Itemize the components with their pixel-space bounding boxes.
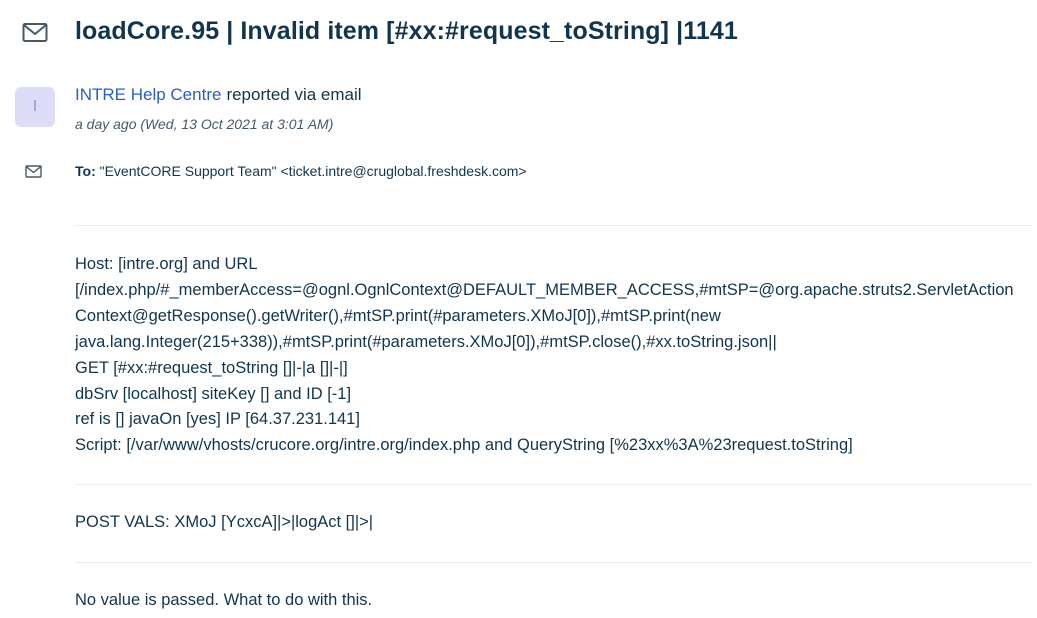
recipient-line: To: "EventCORE Support Team" <ticket.int… — [75, 163, 527, 179]
avatar[interactable]: I — [15, 87, 55, 127]
message-line: ref is [] javaOn [yes] IP [64.37.231.141… — [75, 410, 360, 429]
message-line: GET [#xx:#request_toString []|-|a []|-|] — [75, 358, 348, 377]
divider — [75, 562, 1032, 563]
ticket-header: loadCore.95 | Invalid item [#xx:#request… — [0, 0, 1037, 70]
timestamp: a day ago (Wed, 13 Oct 2021 at 3:01 AM) — [75, 116, 334, 132]
message-line: Context@getResponse().getWriter(),#mtSP.… — [75, 306, 721, 325]
message-line: dbSrv [localhost] siteKey [] and ID [-1] — [75, 384, 352, 403]
post-vals-text: POST VALS: XMoJ [YcxcA]|>|logAct []|>| — [75, 513, 374, 531]
message-line: java.lang.Integer(215+338)),#mtSP.print(… — [75, 332, 777, 351]
message-line: [/index.php/#_memberAccess=@ognl.OgnlCon… — [75, 280, 1014, 299]
message-line: Script: [/var/www/vhosts/crucore.org/int… — [75, 436, 853, 455]
divider — [75, 225, 1032, 226]
reporter-name-link[interactable]: INTRE Help Centre — [75, 85, 221, 104]
envelope-icon — [25, 165, 42, 178]
recipient-label: To: — [75, 163, 96, 179]
divider — [75, 484, 1032, 485]
ticket-title: loadCore.95 | Invalid item [#xx:#request… — [75, 17, 738, 45]
recipient-value: "EventCORE Support Team" <ticket.intre@c… — [99, 163, 527, 179]
reporter-line: INTRE Help Centre reported via email — [75, 85, 362, 105]
message-body: Host: [intre.org] and URL [/index.php/#_… — [75, 252, 1035, 459]
note-text: No value is passed. What to do with this… — [75, 591, 373, 609]
envelope-icon — [22, 23, 48, 42]
reported-via-text: reported via email — [226, 85, 362, 104]
message-line: Host: [intre.org] and URL — [75, 255, 258, 273]
